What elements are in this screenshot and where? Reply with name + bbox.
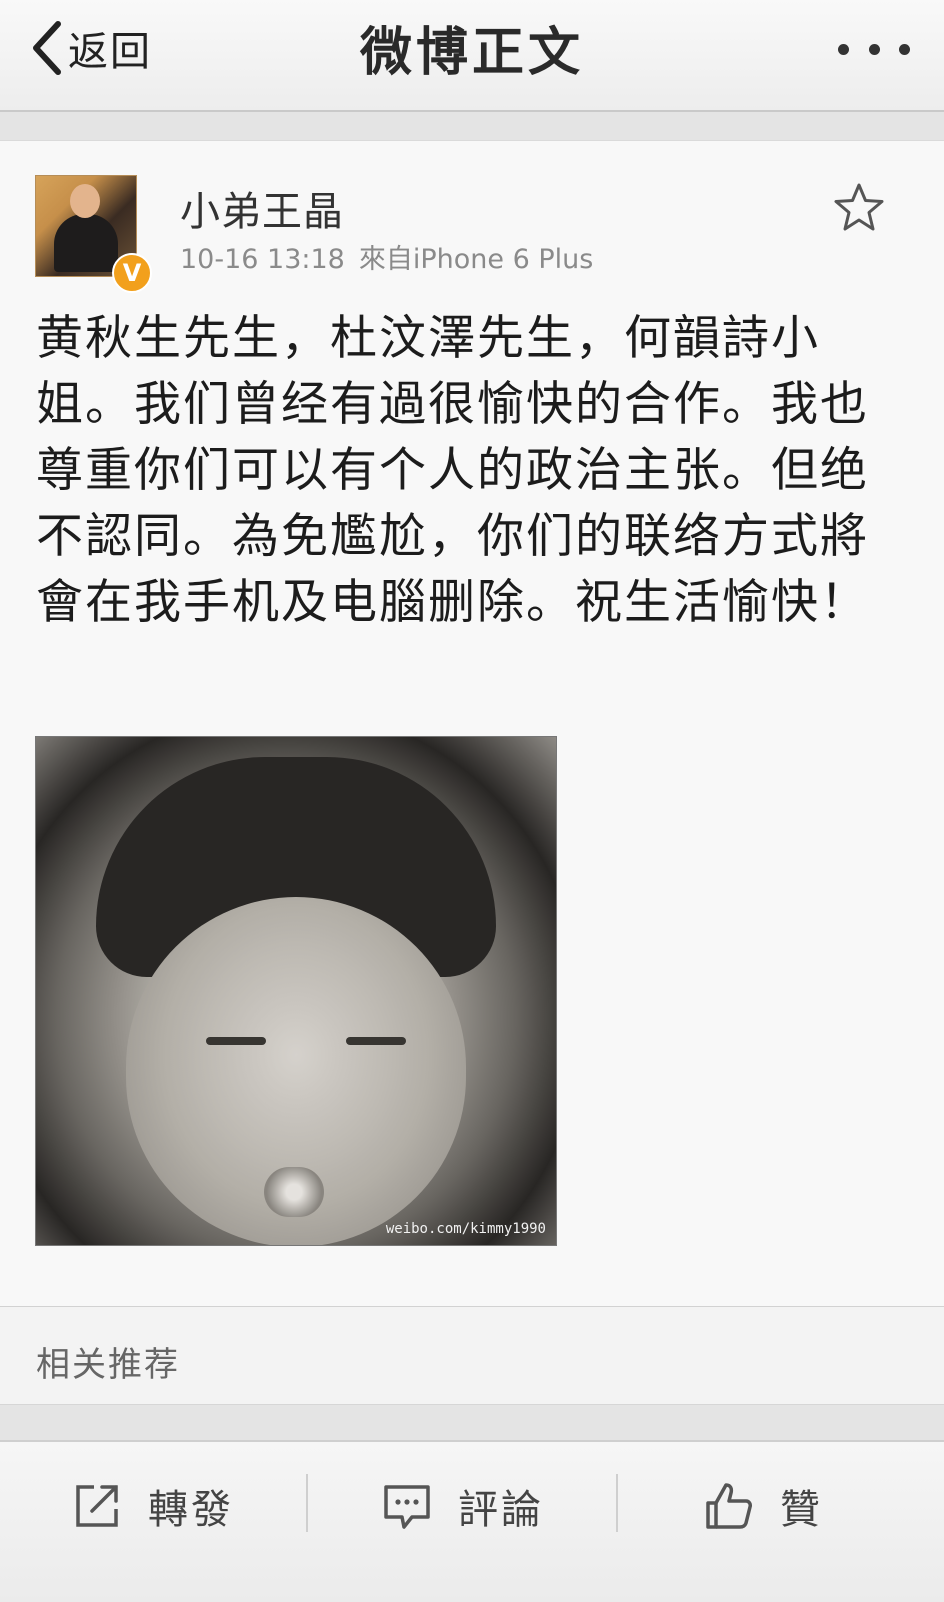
share-arrow-icon [76, 1485, 118, 1527]
related-label: 相关推荐 [36, 1345, 180, 1385]
thumbs-up-icon [706, 1483, 752, 1529]
more-options-button[interactable] [838, 34, 910, 64]
more-dots-icon [838, 43, 849, 55]
like-label: 贊 [780, 1487, 823, 1533]
comment-label: 評論 [458, 1487, 544, 1533]
post-card: V 小弟王晶 10-16 13:18 來自iPhone 6 Plus 黄秋生先生，… [0, 140, 944, 1308]
image-watermark: weibo.com/kimmy1990 [385, 1221, 546, 1237]
toolbar-divider [306, 1474, 308, 1532]
favorite-button[interactable] [832, 181, 886, 235]
repost-button[interactable]: 轉發 [72, 1470, 234, 1542]
post-text: 黄秋生先生，杜汶澤先生，何韻詩小姐。我们曾经有過很愉快的合作。我也尊重你们可以有… [36, 311, 869, 630]
verified-badge: V [112, 253, 152, 293]
post-time: 10-16 13:18 [180, 244, 345, 275]
related-section[interactable]: 相关推荐 [0, 1307, 944, 1405]
nav-bar: 返回 微博正文 [0, 0, 944, 112]
repost-label: 轉發 [148, 1487, 234, 1533]
star-icon [834, 183, 884, 231]
chevron-left-icon [33, 21, 61, 75]
back-button[interactable]: 返回 [28, 16, 152, 80]
post-image[interactable]: weibo.com/kimmy1990 [35, 736, 557, 1246]
back-label: 返回 [68, 29, 152, 75]
post-meta: 10-16 13:18 來自iPhone 6 Plus [180, 237, 593, 276]
bottom-toolbar: 轉發 評論 贊 [0, 1440, 944, 1602]
comment-button[interactable]: 評論 [382, 1470, 544, 1542]
post-source: 來自iPhone 6 Plus [358, 244, 594, 275]
like-button[interactable]: 贊 [704, 1470, 823, 1542]
toolbar-divider [616, 1474, 618, 1532]
username[interactable]: 小弟王晶 [180, 179, 344, 237]
comment-bubble-icon [384, 1485, 430, 1529]
